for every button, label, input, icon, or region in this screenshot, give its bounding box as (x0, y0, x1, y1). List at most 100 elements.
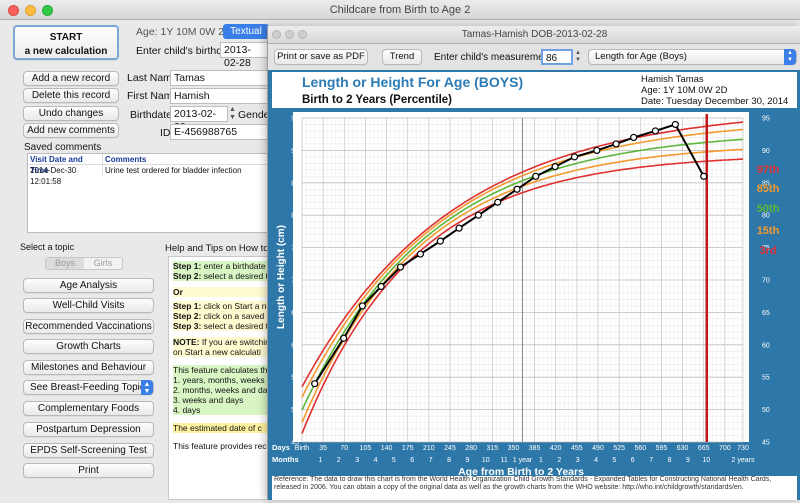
help-line-bold: Step 1: (173, 301, 202, 311)
x-month-tick-label: 10 (702, 457, 710, 464)
x-day-tick-label: 595 (656, 445, 668, 452)
delete-record-button[interactable]: Delete this record (23, 88, 119, 103)
months-row-label: Months (272, 455, 299, 464)
x-day-tick-label: 350 (508, 445, 520, 452)
help-line: Step 2: click on a saved r (173, 311, 267, 321)
close-window-icon[interactable] (8, 5, 19, 16)
series-point (416, 250, 425, 258)
y-tick-label-right: 65 (762, 310, 770, 317)
minimize-window-icon[interactable] (285, 30, 294, 39)
birthdate-field[interactable]: 2013-02-28 (170, 106, 228, 133)
topic-growth-charts[interactable]: Growth Charts (23, 339, 154, 354)
x-day-tick-label: 105 (360, 445, 372, 452)
undo-changes-button[interactable]: Undo changes (23, 106, 119, 121)
y-tick-label-right: 60 (762, 342, 770, 349)
chart-type-select[interactable]: Length for Age (Boys) ▲ ▼ (588, 49, 797, 65)
x-month-tick-label: 6 (631, 457, 635, 464)
saved-comments-table[interactable]: Visit Date and Time Comments 2014-Dec-30… (27, 153, 270, 233)
series-point (570, 153, 579, 161)
tab-textual[interactable]: Textual (223, 24, 269, 39)
x-day-tick-label: 525 (613, 445, 625, 452)
help-line: 2. months, weeks and da (173, 385, 267, 395)
help-line: 4. days (173, 405, 267, 415)
topic-recommended-vaccinations[interactable]: Recommended Vaccinations (23, 319, 154, 334)
column-header-comments[interactable]: Comments (103, 154, 146, 164)
y-tick-label-left: 75 (291, 245, 299, 252)
close-window-icon[interactable] (272, 30, 281, 39)
column-header-date[interactable]: Visit Date and Time (28, 154, 103, 175)
x-month-tick-label: 1 year (513, 457, 533, 464)
y-tick-label-left: 55 (291, 375, 299, 382)
table-header: Visit Date and Time Comments (28, 154, 269, 175)
reference-note: Reference: The data to draw this chart i… (272, 476, 797, 500)
patient-name: Hamish Tamas (641, 74, 704, 85)
trend-button[interactable]: Trend (382, 49, 422, 65)
help-line-text: 4. days (173, 405, 201, 415)
y-tick-label-left: 85 (291, 180, 299, 187)
zoom-window-icon[interactable] (298, 30, 307, 39)
topic-well-child-visits[interactable]: Well-Child Visits (23, 298, 154, 313)
topic-milestones[interactable]: Milestones and Behaviour (23, 360, 154, 375)
help-line: The estimated date of c (173, 423, 267, 433)
birthdate-label: Birthdate (130, 109, 173, 121)
x-month-tick-label: 2 years (732, 457, 755, 464)
topic-complementary-foods[interactable]: Complementary Foods (23, 401, 154, 416)
help-line: Or (173, 287, 267, 297)
help-panel[interactable]: Step 1: enter a birthdate Step 2: select … (168, 256, 268, 500)
help-line: Step 1: click on Start a n (173, 301, 267, 311)
measurement-field[interactable]: 86 (541, 49, 573, 65)
x-day-tick-label: 280 (465, 445, 477, 452)
topic-age-analysis[interactable]: Age Analysis (23, 278, 154, 293)
growth-chart-panel: Length or Height For Age (BOYS) Birth to… (268, 70, 800, 500)
zoom-window-icon[interactable] (42, 5, 53, 16)
x-day-tick-label: 385 (529, 445, 541, 452)
x-month-tick-label: 9 (686, 457, 690, 464)
measurement-stepper[interactable]: ▲ ▼ (574, 50, 582, 64)
start-new-calculation-button[interactable]: START a new calculation (13, 25, 119, 60)
add-comments-button[interactable]: Add new comments (23, 123, 119, 138)
minimize-window-icon[interactable] (25, 5, 36, 16)
topic-epds-screening[interactable]: EPDS Self-Screening Test (23, 443, 154, 458)
help-line-text: This feature provides rec (173, 441, 267, 451)
add-record-button[interactable]: Add a new record (23, 71, 119, 86)
help-line-bold: NOTE: (173, 337, 200, 347)
help-line-bold: Step 2: (173, 311, 202, 321)
y-tick-label-right: 90 (762, 148, 770, 155)
x-day-tick-label: 490 (592, 445, 604, 452)
measurement-label: Enter child's measurement: (434, 52, 555, 63)
help-line-bold: Step 1: (173, 261, 202, 271)
growth-chart-window[interactable]: Tamas-Hamish DOB-2013-02-28 Print or sav… (267, 26, 800, 500)
chart-window-title: Tamas-Hamish DOB-2013-02-28 (461, 29, 608, 40)
print-button[interactable]: Print (23, 463, 154, 478)
y-tick-label-left: 80 (291, 213, 299, 220)
help-line-text: select a desired t (201, 271, 268, 281)
id-field[interactable]: E-456988765 (170, 124, 270, 140)
chart-date: Date: Tuesday December 30, 2014 (641, 96, 788, 107)
print-save-pdf-button[interactable]: Print or save as PDF (274, 49, 368, 65)
segment-boys[interactable]: Boys (46, 258, 84, 269)
gender-segmented-control[interactable]: Boys Girls (45, 257, 123, 270)
topic-breast-feeding-popup[interactable]: See Breast-Feeding Topics ▲ ▼ (23, 380, 154, 395)
x-day-tick-label: 455 (571, 445, 583, 452)
birthdate-stepper[interactable]: ▲ ▼ (229, 106, 236, 122)
topic-postpartum-depression[interactable]: Postpartum Depression (23, 422, 154, 437)
last-name-field[interactable]: Tamas (170, 70, 270, 86)
chart-title: Length or Height For Age (BOYS) (302, 74, 523, 90)
id-label: ID (160, 127, 171, 139)
help-line-text: This feature calculates th (173, 365, 268, 375)
saved-comments-title: Saved comments (24, 142, 102, 153)
percentile-label: 50th (757, 203, 780, 215)
start-sublabel: a new calculation (24, 46, 108, 57)
help-line: 1. years, months, weeks (173, 375, 267, 385)
x-month-tick-label: 1 (318, 457, 322, 464)
table-row[interactable]: 2014-Dec-30 12:01:58 Urine test ordered … (28, 165, 269, 186)
segment-girls[interactable]: Girls (84, 258, 122, 269)
select-topic-title: Select a topic (20, 242, 75, 252)
help-line: Step 1: enter a birthdate (173, 261, 267, 271)
patient-age: Age: 1Y 10M 0W 2D (641, 85, 728, 96)
percentile-label: 97th (757, 164, 780, 176)
series-point (358, 302, 367, 310)
first-name-field[interactable]: Hamish (170, 88, 270, 104)
birthdate-entry-field[interactable]: 2013-02-28 (220, 42, 270, 69)
x-month-tick-label: 11 (500, 457, 507, 464)
